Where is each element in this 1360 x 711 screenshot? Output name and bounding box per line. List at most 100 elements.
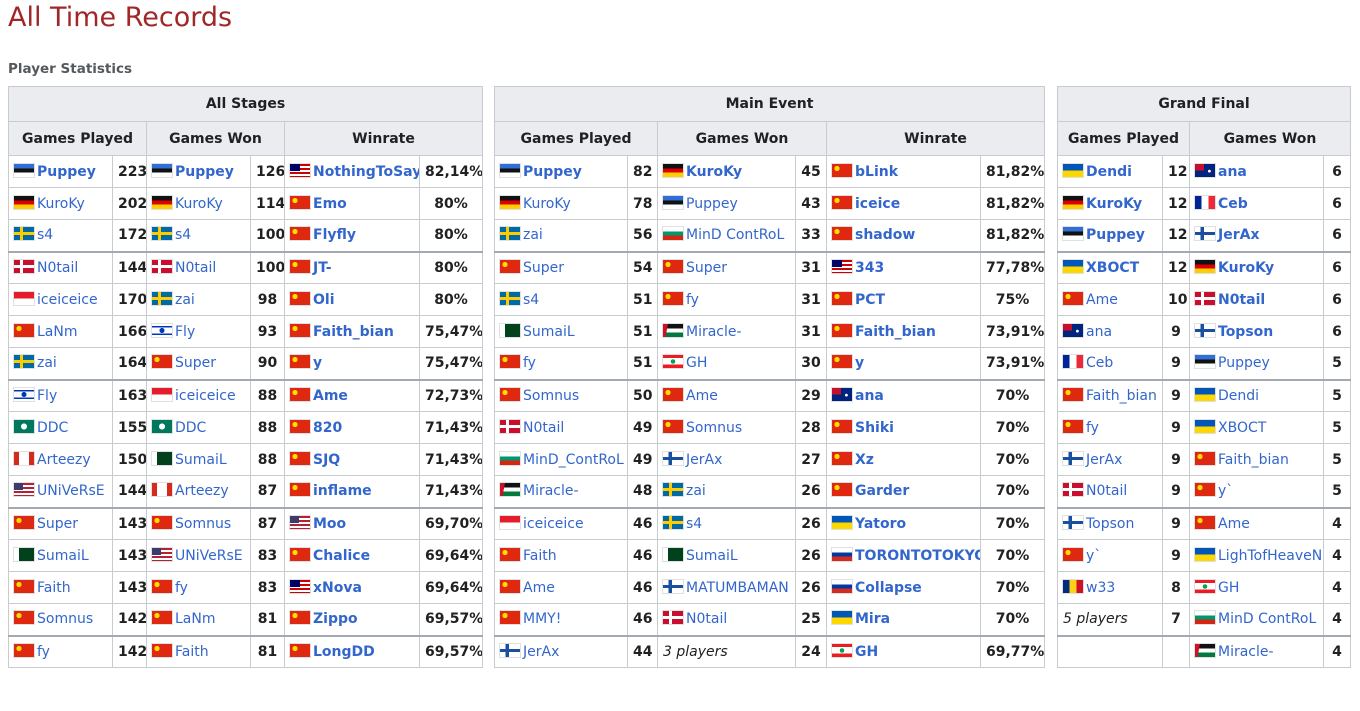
player-link[interactable]: UNiVeRsE: [175, 548, 243, 564]
player-link[interactable]: fy: [686, 292, 699, 308]
player-link[interactable]: Dendi: [1218, 388, 1259, 404]
player-link[interactable]: Faith_bian: [1218, 452, 1289, 468]
player-link[interactable]: bLink: [855, 164, 898, 180]
player-link[interactable]: fy: [175, 580, 188, 596]
player-link[interactable]: PCT: [855, 292, 885, 308]
player-link[interactable]: Mira: [855, 611, 890, 627]
player-link[interactable]: Dendi: [1086, 164, 1132, 180]
player-link[interactable]: KuroKy: [1218, 260, 1274, 276]
player-link[interactable]: Ame: [1086, 292, 1118, 308]
player-link[interactable]: Super: [37, 516, 78, 532]
player-link[interactable]: MATUMBAMAN: [686, 580, 789, 596]
player-link[interactable]: Somnus: [175, 516, 231, 532]
player-link[interactable]: SumaiL: [686, 548, 738, 564]
column-header[interactable]: Winrate: [825, 121, 1046, 156]
player-link[interactable]: Moo: [313, 516, 346, 532]
player-link[interactable]: fy: [523, 355, 536, 371]
player-link[interactable]: s4: [175, 227, 191, 243]
player-link[interactable]: ana: [855, 388, 884, 404]
column-header[interactable]: Games Played: [1057, 121, 1190, 156]
player-link[interactable]: Puppey: [686, 196, 738, 212]
player-link[interactable]: MinD ContRoL: [686, 227, 784, 243]
player-link[interactable]: SumaiL: [175, 452, 227, 468]
column-header[interactable]: Games Won: [146, 121, 285, 156]
player-link[interactable]: GH: [855, 644, 878, 660]
player-link[interactable]: LongDD: [313, 644, 375, 660]
player-link[interactable]: Fly: [175, 324, 195, 340]
player-link[interactable]: N0tail: [686, 611, 727, 627]
player-link[interactable]: iceiceice: [175, 388, 236, 404]
player-link[interactable]: Super: [523, 260, 564, 276]
column-header[interactable]: Games Played: [8, 121, 147, 156]
player-link[interactable]: KuroKy: [523, 196, 571, 212]
player-link[interactable]: Super: [175, 355, 216, 371]
player-link[interactable]: iceiceice: [37, 292, 98, 308]
player-link[interactable]: Somnus: [37, 611, 93, 627]
player-link[interactable]: Puppey: [37, 164, 96, 180]
player-link[interactable]: Arteezy: [37, 452, 91, 468]
player-link[interactable]: s4: [37, 227, 53, 243]
player-link[interactable]: iceice: [855, 196, 900, 212]
player-link[interactable]: LighTofHeaveN: [1218, 548, 1322, 564]
player-link[interactable]: 820: [313, 420, 342, 436]
player-link[interactable]: Emo: [313, 196, 347, 212]
player-link[interactable]: N0tail: [175, 260, 216, 276]
player-link[interactable]: Collapse: [855, 580, 922, 596]
player-link[interactable]: Faith: [175, 644, 209, 660]
player-link[interactable]: Puppey: [523, 164, 582, 180]
player-link[interactable]: JerAx: [1086, 452, 1122, 468]
player-link[interactable]: Oli: [313, 292, 335, 308]
player-link[interactable]: Puppey: [1086, 227, 1145, 243]
player-link[interactable]: Faith_bian: [855, 324, 936, 340]
player-link[interactable]: inflame: [313, 483, 372, 499]
player-link[interactable]: Ame: [1218, 516, 1250, 532]
player-link[interactable]: zai: [686, 483, 706, 499]
player-link[interactable]: LaNm: [37, 324, 78, 340]
player-link[interactable]: fy: [1086, 420, 1099, 436]
player-link[interactable]: Fly: [37, 388, 57, 404]
player-link[interactable]: w33: [1086, 580, 1115, 596]
player-link[interactable]: y: [855, 355, 864, 371]
player-link[interactable]: Chalice: [313, 548, 370, 564]
player-link[interactable]: Ceb: [1086, 355, 1113, 371]
player-link[interactable]: Faith: [523, 548, 557, 564]
player-link[interactable]: JerAx: [686, 452, 722, 468]
player-link[interactable]: Miracle-: [523, 483, 579, 499]
player-link[interactable]: Super: [686, 260, 727, 276]
player-link[interactable]: SJQ: [313, 452, 340, 468]
player-link[interactable]: Flyfly: [313, 227, 356, 243]
player-link[interactable]: DDC: [37, 420, 68, 436]
player-link[interactable]: KuroKy: [1086, 196, 1142, 212]
player-link[interactable]: Xz: [855, 452, 874, 468]
player-link[interactable]: XBOCT: [1086, 260, 1139, 276]
player-link[interactable]: iceiceice: [523, 516, 584, 532]
player-link[interactable]: KuroKy: [175, 196, 223, 212]
column-header[interactable]: Games Played: [494, 121, 658, 156]
player-link[interactable]: Somnus: [523, 388, 579, 404]
player-link[interactable]: MinD_ContRoL: [523, 452, 624, 468]
player-link[interactable]: UNiVeRsE: [37, 483, 105, 499]
player-link[interactable]: SumaiL: [523, 324, 575, 340]
player-link[interactable]: JerAx: [1218, 227, 1259, 243]
player-link[interactable]: Puppey: [175, 164, 234, 180]
player-link[interactable]: zai: [175, 292, 195, 308]
player-link[interactable]: s4: [523, 292, 539, 308]
column-header[interactable]: Winrate: [283, 121, 484, 156]
player-link[interactable]: Puppey: [1218, 355, 1270, 371]
player-link[interactable]: y`: [1218, 483, 1233, 499]
player-link[interactable]: Ame: [523, 580, 555, 596]
player-link[interactable]: ana: [1086, 324, 1112, 340]
player-link[interactable]: Faith_bian: [1086, 388, 1157, 404]
player-link[interactable]: N0tail: [1218, 292, 1265, 308]
player-link[interactable]: N0tail: [523, 420, 564, 436]
player-link[interactable]: Topson: [1218, 324, 1273, 340]
player-link[interactable]: s4: [686, 516, 702, 532]
player-link[interactable]: Arteezy: [175, 483, 229, 499]
player-link[interactable]: N0tail: [1086, 483, 1127, 499]
player-link[interactable]: Miracle-: [686, 324, 742, 340]
player-link[interactable]: MinD ContRoL: [1218, 611, 1316, 627]
column-header[interactable]: Games Won: [1188, 121, 1352, 156]
column-header[interactable]: Games Won: [657, 121, 827, 156]
player-link[interactable]: Topson: [1086, 516, 1134, 532]
player-link[interactable]: XBOCT: [1218, 420, 1266, 436]
